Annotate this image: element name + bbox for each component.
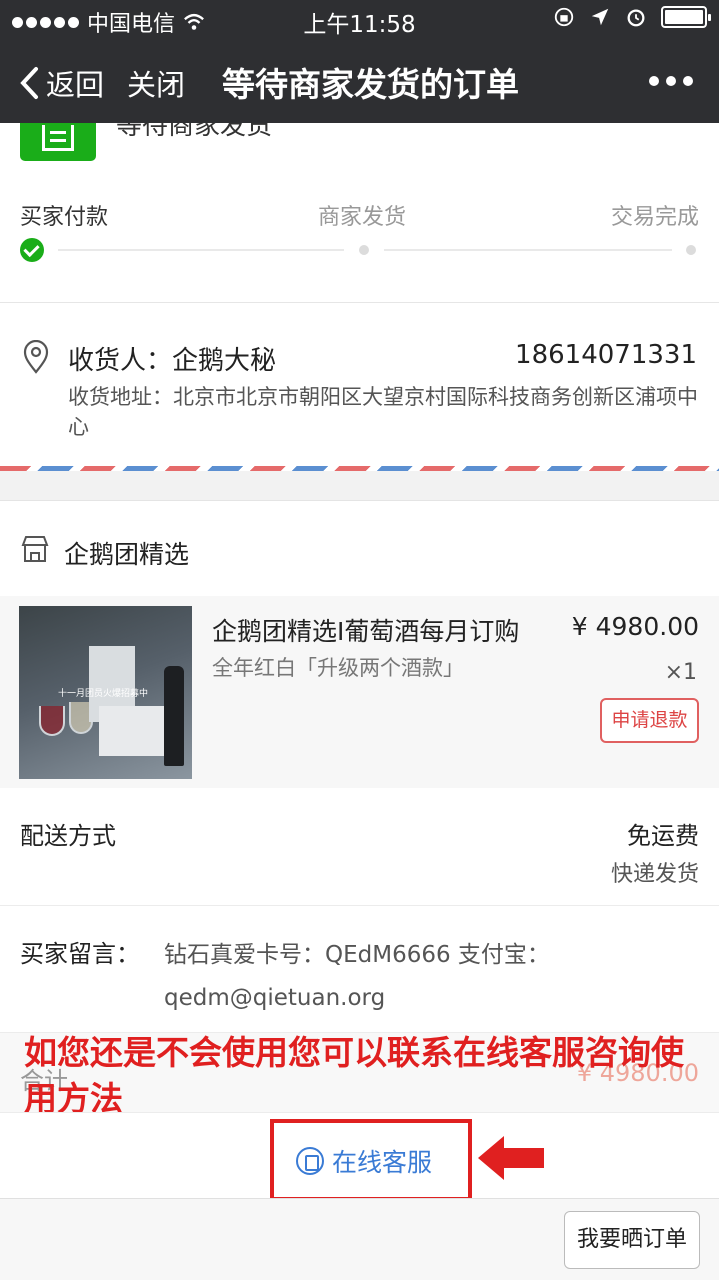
arrow-left-icon <box>478 1136 544 1180</box>
store-icon <box>21 536 49 562</box>
online-service-label: 在线客服 <box>332 1148 433 1177</box>
product-image[interactable]: 十一月团员火爆招募中 <box>19 606 192 779</box>
step-complete-check-icon <box>20 238 44 262</box>
chat-icon <box>296 1147 324 1175</box>
step-label-complete: 交易完成 <box>610 205 699 230</box>
location-icon <box>591 8 609 26</box>
step-dot-icon <box>686 245 696 255</box>
product-item[interactable]: 十一月团员火爆招募中 企鹅团精选I葡萄酒每月订购 ¥ 4980.00 全年红白「… <box>0 596 719 788</box>
page-title: 等待商家发货的订单 <box>222 65 519 104</box>
online-service-link[interactable]: 在线客服 <box>296 1143 432 1179</box>
rotation-lock-icon <box>554 7 574 27</box>
nav-bar: 返回 关闭 等待商家发货的订单 <box>0 40 719 123</box>
delivery-label: 配送方式 <box>20 822 116 850</box>
message-text: 钻石真爱卡号：QEdM6666 支付宝：qedm@qietuan.org <box>164 942 550 1011</box>
product-spec: 全年红白「升级两个酒款」 <box>212 656 464 680</box>
alarm-icon <box>627 9 645 27</box>
request-refund-button[interactable]: 申请退款 <box>600 698 699 743</box>
status-bar: 中国电信 上午11:58 <box>0 0 719 40</box>
progress-line <box>384 249 672 251</box>
address-detail: 收货地址：北京市北京市朝阳区大望京村国际科技商务创新区浦项中心 <box>68 385 698 439</box>
step-dot-icon <box>359 245 369 255</box>
back-button[interactable]: 返回 <box>18 62 104 104</box>
close-button[interactable]: 关闭 <box>127 62 185 104</box>
shop-header[interactable]: 企鹅团精选 <box>0 501 719 596</box>
service-row: 在线客服 <box>0 1112 719 1201</box>
chevron-left-icon <box>20 67 38 99</box>
order-status-section: 等待商家发货 买家付款 商家发货 交易完成 <box>0 123 719 303</box>
location-pin-icon <box>23 340 49 374</box>
step-label-shipped: 商家发货 <box>318 205 407 230</box>
delivery-method: 配送方式 免运费 快递发货 <box>0 788 719 906</box>
product-price: ¥ 4980.00 <box>571 612 699 641</box>
progress-line <box>58 249 344 251</box>
product-title: 企鹅团精选I葡萄酒每月订购 <box>212 617 520 646</box>
recipient-name: 收货人：企鹅大秘 <box>68 346 277 376</box>
section-gap <box>0 471 719 501</box>
order-status-icon <box>20 123 96 161</box>
shop-name: 企鹅团精选 <box>64 540 190 569</box>
share-order-button[interactable]: 我要晒订单 <box>564 1211 700 1269</box>
back-label: 返回 <box>46 68 105 102</box>
buyer-message: 买家留言： 钻石真爱卡号：QEdM6666 支付宝：qedm@qietuan.o… <box>0 906 719 1032</box>
step-label-paid: 买家付款 <box>20 205 109 230</box>
recipient-phone: 18614071331 <box>515 340 697 370</box>
delivery-fee: 免运费 <box>627 822 699 850</box>
order-status-text: 等待商家发货 <box>116 123 273 141</box>
annotation-text: 如您还是不会使用您可以联系在线客服咨询使用方法 <box>24 1033 684 1118</box>
delivery-type: 快递发货 <box>610 862 699 887</box>
product-image-caption: 十一月团员火爆招募中 <box>57 689 148 699</box>
more-menu-button[interactable] <box>649 76 693 86</box>
status-icons <box>553 6 711 28</box>
message-label: 买家留言： <box>20 940 140 968</box>
shipping-address: 收货人：企鹅大秘 18614071331 收货地址：北京市北京市朝阳区大望京村国… <box>0 304 719 468</box>
product-quantity: ×1 <box>664 660 697 685</box>
progress-steps: 买家付款 商家发货 交易完成 <box>20 199 699 231</box>
battery-icon <box>661 6 711 28</box>
bottom-bar: 我要晒订单 <box>0 1198 719 1280</box>
